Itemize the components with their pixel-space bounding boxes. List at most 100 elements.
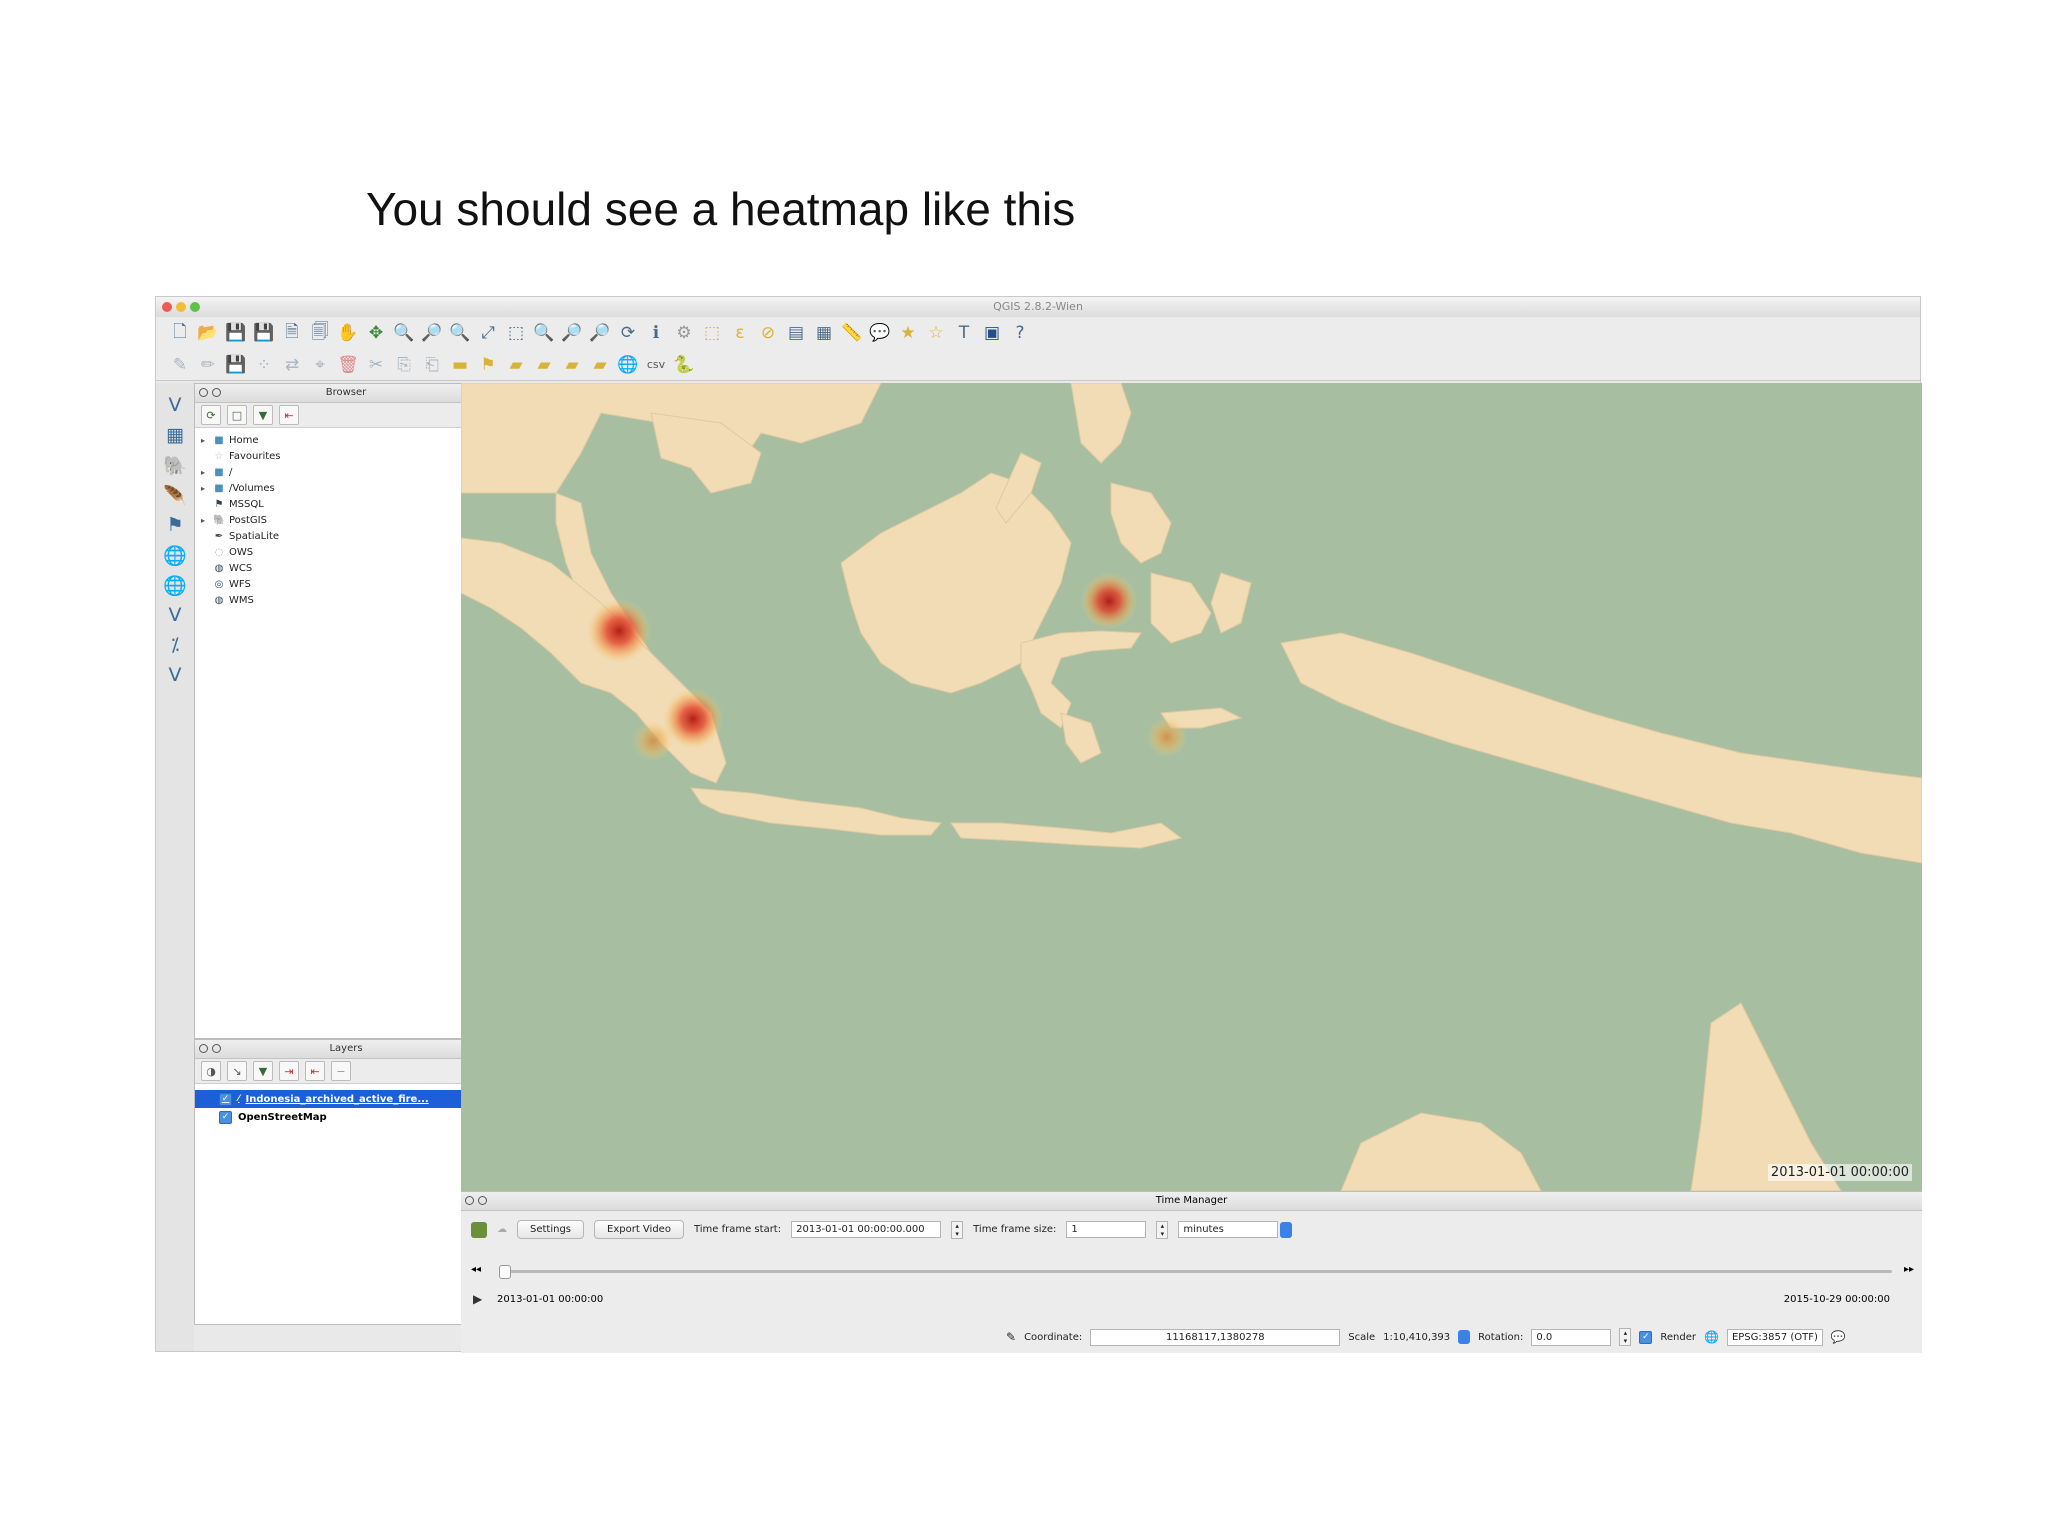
copy-features-icon[interactable]: ⎘ xyxy=(392,353,416,377)
refresh-icon[interactable]: ⟳ xyxy=(616,321,640,345)
georeferencer-icon[interactable]: 🌐 xyxy=(616,353,640,377)
add-mssql-layer-icon[interactable]: ⚑ xyxy=(163,513,187,537)
fast-forward-icon[interactable]: ▸▸ xyxy=(1904,1264,1914,1275)
layer-item-fires[interactable]: ✓ ⁄ Indonesia_archived_active_fire... xyxy=(195,1090,497,1108)
tree-item-wms[interactable]: ◍ WMS xyxy=(195,592,497,608)
time-frame-size-input[interactable]: 1 xyxy=(1066,1221,1147,1238)
show-bookmarks-icon[interactable]: ☆ xyxy=(924,321,948,345)
pin-labels-icon[interactable]: ⚑ xyxy=(476,353,500,377)
float-panel-icon[interactable] xyxy=(478,1196,487,1205)
zoom-last-icon[interactable]: 🔎 xyxy=(560,321,584,345)
tree-item-wcs[interactable]: ◍ WCS xyxy=(195,560,497,576)
toggle-editing-icon[interactable]: ✏ xyxy=(196,353,220,377)
delete-selected-icon[interactable]: 🗑 xyxy=(336,353,360,377)
scale-value[interactable]: 1:10,410,393 xyxy=(1383,1332,1450,1343)
size-stepper[interactable]: ▴ ▾ xyxy=(1156,1220,1169,1239)
rotation-stepper[interactable]: ▴ ▾ xyxy=(1619,1328,1632,1346)
expand-arrow-icon[interactable]: ▸ xyxy=(201,484,209,493)
tree-item-wfs[interactable]: ◎ WFS xyxy=(195,576,497,592)
new-print-composer-icon[interactable]: 🗎 xyxy=(280,321,304,345)
expand-all-icon[interactable]: ⇥ xyxy=(279,1061,299,1081)
map-tips-icon[interactable]: 💬 xyxy=(868,321,892,345)
measure-icon[interactable]: 📏 xyxy=(840,321,864,345)
field-calculator-icon[interactable]: ▦ xyxy=(812,321,836,345)
zoom-next-icon[interactable]: 🔎 xyxy=(588,321,612,345)
add-spatialite-layer-icon[interactable]: 🪶 xyxy=(163,483,187,507)
add-wms-layer-icon[interactable]: 🌐 xyxy=(163,543,187,567)
coordinate-toggle-icon[interactable]: ✎ xyxy=(1006,1330,1016,1344)
add-raster-layer-icon[interactable]: ▦ xyxy=(163,423,187,447)
collapse-all-icon[interactable]: ⇤ xyxy=(279,405,299,425)
crs-status-button[interactable]: EPSG:3857 (OTF) xyxy=(1726,1328,1823,1346)
move-label-icon[interactable]: ▰ xyxy=(532,353,556,377)
refresh-icon[interactable]: ⟳ xyxy=(201,405,221,425)
coordinate-field[interactable]: 11168117,1380278 xyxy=(1090,1328,1341,1346)
paste-features-icon[interactable]: ⎗ xyxy=(420,353,444,377)
expand-arrow-icon[interactable]: ▸ xyxy=(201,436,209,445)
map-window-icon[interactable]: ▣ xyxy=(980,321,1004,345)
float-panel-icon[interactable] xyxy=(212,388,221,397)
zoom-in-icon[interactable]: 🔍 xyxy=(392,321,416,345)
zoom-to-selection-icon[interactable]: ⬚ xyxy=(504,321,528,345)
layer-style-icon[interactable]: ◑ xyxy=(201,1061,221,1081)
messages-icon[interactable]: 💬 xyxy=(1831,1330,1846,1344)
save-edits-icon[interactable]: 💾 xyxy=(224,353,248,377)
filter-legend-icon[interactable]: ▼ xyxy=(253,1061,273,1081)
add-delimited-text-icon[interactable]: ⁒ xyxy=(163,633,187,657)
close-panel-icon[interactable] xyxy=(199,1044,208,1053)
layer-item-openstreetmap[interactable]: ✓ OpenStreetMap xyxy=(195,1108,497,1126)
select-by-expression-icon[interactable]: ε xyxy=(728,321,752,345)
tree-item-mssql[interactable]: ⚑ MSSQL xyxy=(195,496,497,512)
composer-manager-icon[interactable]: 🗐 xyxy=(308,321,332,345)
time-unit-select[interactable]: minutes xyxy=(1178,1221,1279,1238)
text-annotation-icon[interactable]: T xyxy=(952,321,976,345)
collapse-all-icon[interactable]: ⇤ xyxy=(305,1061,325,1081)
add-postgis-layer-icon[interactable]: 🐘 xyxy=(163,453,187,477)
add-wcs-layer-icon[interactable]: 🌐 xyxy=(163,573,187,597)
close-panel-icon[interactable] xyxy=(465,1196,474,1205)
render-checkbox[interactable]: ✓ xyxy=(1639,1330,1653,1344)
zoom-out-icon[interactable]: 🔎 xyxy=(420,321,444,345)
add-vector-layer-icon[interactable]: V xyxy=(163,393,187,417)
time-frame-start-input[interactable]: 2013-01-01 00:00:00.000 xyxy=(791,1221,942,1238)
time-slider-handle[interactable] xyxy=(499,1265,511,1279)
expand-arrow-icon[interactable]: ▸ xyxy=(201,468,209,477)
cut-features-icon[interactable]: ✂ xyxy=(364,353,388,377)
label-tool-icon[interactable]: ▬ xyxy=(448,353,472,377)
select-features-icon[interactable]: ⬚ xyxy=(700,321,724,345)
tree-item-volumes[interactable]: ▸ ■ /Volumes xyxy=(195,480,497,496)
zoom-full-icon[interactable]: ⤢ xyxy=(476,321,500,345)
deselect-icon[interactable]: ⊘ xyxy=(756,321,780,345)
float-panel-icon[interactable] xyxy=(212,1044,221,1053)
tree-item-favourites[interactable]: ☆ Favourites xyxy=(195,448,497,464)
zoom-to-layer-icon[interactable]: 🔍 xyxy=(532,321,556,345)
map-canvas[interactable]: 2013-01-01 00:00:00 xyxy=(461,383,1922,1191)
add-feature-icon[interactable]: ⁘ xyxy=(252,353,276,377)
new-project-icon[interactable]: 🗋 xyxy=(168,321,192,345)
close-panel-icon[interactable] xyxy=(199,388,208,397)
python-console-icon[interactable]: 🐍 xyxy=(672,353,696,377)
add-group-icon[interactable]: ↘ xyxy=(227,1061,247,1081)
new-shapefile-icon[interactable]: V xyxy=(163,663,187,687)
layer-visibility-checkbox[interactable]: ✓ xyxy=(219,1110,232,1124)
filter-icon[interactable]: ▼ xyxy=(253,405,273,425)
remove-layer-icon[interactable]: − xyxy=(331,1061,351,1081)
layer-visibility-checkbox[interactable]: ✓ xyxy=(219,1092,232,1106)
zoom-native-icon[interactable]: 🔍 xyxy=(448,321,472,345)
current-edits-icon[interactable]: ✎ xyxy=(168,353,192,377)
start-stepper[interactable]: ▴ ▾ xyxy=(951,1220,964,1239)
settings-button[interactable]: Settings xyxy=(517,1220,585,1239)
whats-this-icon[interactable]: ? xyxy=(1008,321,1032,345)
open-project-icon[interactable]: 📂 xyxy=(196,321,220,345)
scale-dropdown-icon[interactable] xyxy=(1458,1330,1471,1344)
power-toggle-icon[interactable] xyxy=(471,1221,487,1238)
move-feature-icon[interactable]: ⇄ xyxy=(280,353,304,377)
pan-icon[interactable]: ✋ xyxy=(336,321,360,345)
identify-icon[interactable]: ℹ xyxy=(644,321,668,345)
crs-icon[interactable]: 🌐 xyxy=(1704,1330,1719,1344)
tree-item-ows[interactable]: ◌ OWS xyxy=(195,544,497,560)
attribute-table-icon[interactable]: ▤ xyxy=(784,321,808,345)
tree-item-spatialite[interactable]: ✒ SpatiaLite xyxy=(195,528,497,544)
time-slider-track[interactable] xyxy=(501,1270,1892,1273)
tree-item-postgis[interactable]: ▸ 🐘 PostGIS xyxy=(195,512,497,528)
